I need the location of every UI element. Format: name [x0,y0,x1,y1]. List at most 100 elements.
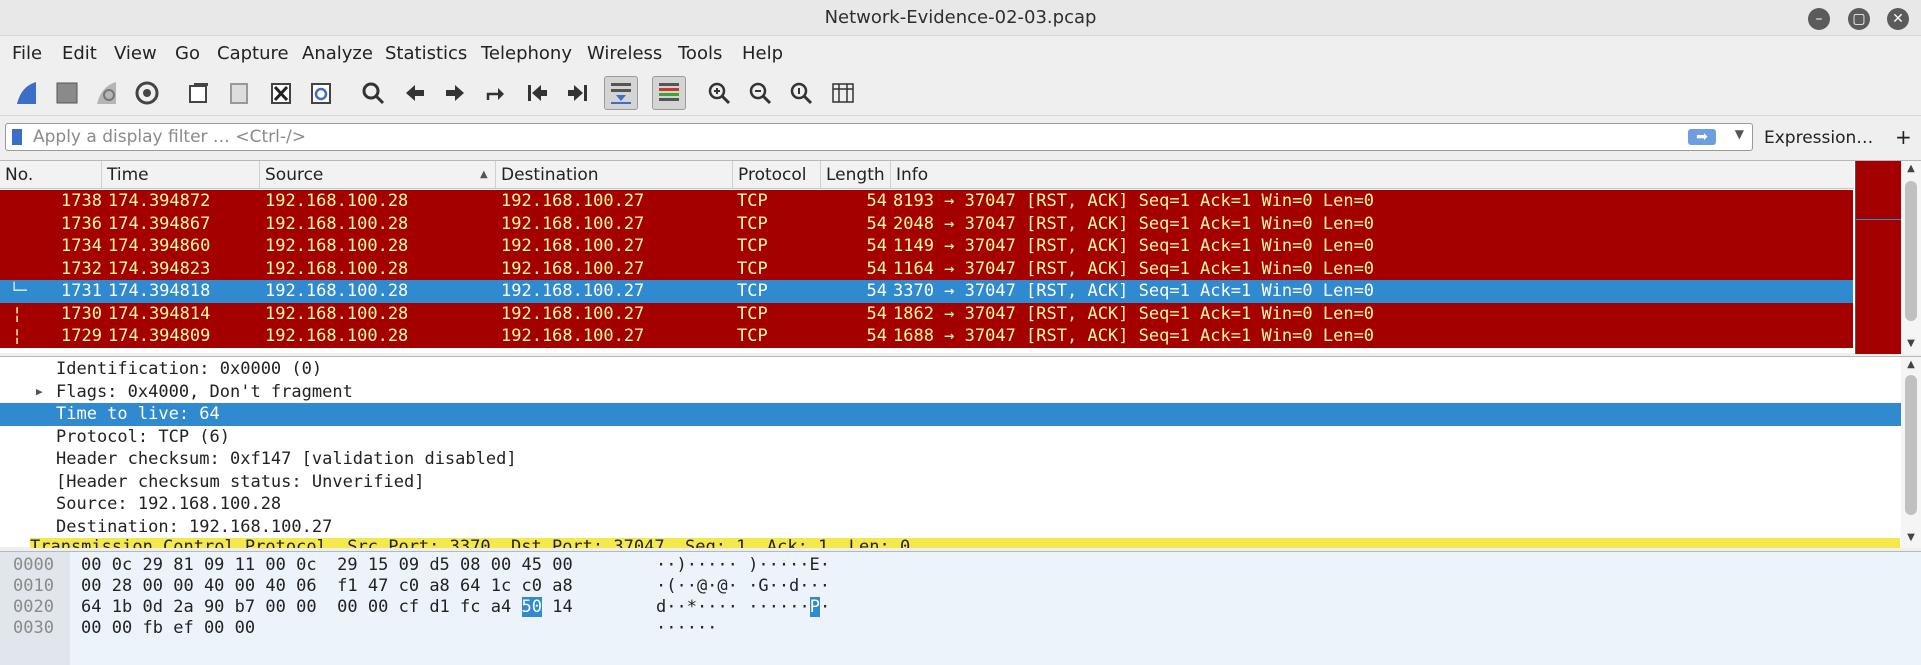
hex-byte[interactable]: 00 [265,597,285,617]
hex-byte[interactable]: 29 [337,555,357,575]
detail-tree-item[interactable]: Time to live: 64 [0,403,1901,426]
packet-row[interactable]: 1729 174.394809 192.168.100.28 192.168.100.… [0,325,1853,348]
hex-byte[interactable]: 00 [368,597,388,617]
go-forward-icon[interactable] [438,76,472,110]
packet-list-scrollbar[interactable]: ▲ ▼ [1901,161,1921,354]
packet-row[interactable]: 1734 174.394860 192.168.100.28 192.168.100.… [0,235,1853,258]
byte-ascii[interactable]: ··)····· )·····E· [656,555,830,576]
hex-byte[interactable]: 08 [460,555,480,575]
display-filter-input[interactable]: Apply a display filter … <Ctrl-/> ➡ ▼ [5,123,1753,151]
hex-byte[interactable]: 00 [173,576,193,596]
hex-byte[interactable]: f1 [337,576,357,596]
hex-byte[interactable]: fc [460,597,480,617]
hex-byte[interactable]: 06 [296,576,316,596]
hex-byte[interactable]: 00 [81,555,101,575]
apply-filter-icon[interactable]: ➡ [1688,129,1716,145]
byte-hex[interactable]: 00 28 00 00 40 00 40 06 f1 47 c0 a8 64 1… [81,576,573,597]
hex-byte[interactable]: 29 [142,555,162,575]
hex-byte[interactable]: 28 [112,576,132,596]
restart-capture-icon[interactable] [90,76,124,110]
detail-tree-item[interactable]: Identification: 0x0000 (0) [0,358,1901,381]
menu-capture[interactable]: Capture [217,43,289,64]
hex-byte[interactable]: 0d [142,597,162,617]
hex-byte[interactable]: 00 [235,576,255,596]
detail-tree-item[interactable]: [Header checksum status: Unverified] [0,471,1901,494]
column-protocol[interactable]: Protocol [733,161,821,189]
hex-byte[interactable]: 64 [81,597,101,617]
detail-tree-item[interactable]: Header checksum: 0xf147 [validation disa… [0,448,1901,471]
hex-byte[interactable]: 00 [81,576,101,596]
reload-file-icon[interactable] [304,76,338,110]
tcp-tree-item[interactable]: Transmission Control Protocol, Src Port:… [30,538,1900,548]
resize-columns-icon[interactable] [826,76,860,110]
packet-minimap[interactable] [1855,161,1902,354]
hex-byte[interactable]: ef [173,618,193,638]
column-info[interactable]: Info [891,161,1854,189]
menu-statistics[interactable]: Statistics [385,43,467,64]
hex-byte[interactable]: 40 [204,576,224,596]
close-button[interactable]: ✕ [1887,8,1909,30]
column-time[interactable]: Time [102,161,260,189]
first-packet-icon[interactable] [520,76,554,110]
hex-byte[interactable]: 09 [204,555,224,575]
menu-go[interactable]: Go [175,43,200,64]
find-packet-icon[interactable] [356,76,390,110]
go-to-packet-icon[interactable] [478,76,512,110]
chevron-down-icon[interactable]: ▼ [1735,127,1744,141]
hex-byte[interactable]: d5 [429,555,449,575]
hex-byte[interactable]: 40 [265,576,285,596]
hex-byte[interactable]: 2a [173,597,193,617]
hex-byte[interactable]: a8 [429,576,449,596]
hex-byte[interactable]: a4 [491,597,511,617]
packet-row[interactable]: 1738 174.394872 192.168.100.28 192.168.100.… [0,190,1853,213]
column-source[interactable]: Source [260,161,496,189]
hex-byte[interactable]: 47 [368,576,388,596]
capture-options-icon[interactable] [130,76,164,110]
hex-byte[interactable]: 00 [491,555,511,575]
hex-byte[interactable]: 00 [112,618,132,638]
save-file-icon[interactable] [222,76,256,110]
hex-byte[interactable]: 50 [521,597,542,617]
hex-byte[interactable]: 00 [337,597,357,617]
detail-tree-item[interactable]: Destination: 192.168.100.27 [0,516,1901,539]
menu-tools[interactable]: Tools [678,43,722,64]
byte-hex[interactable]: 00 00 fb ef 00 00 [81,618,255,639]
zoom-in-icon[interactable] [702,76,736,110]
byte-ascii[interactable]: ·(··@·@· ·G··d··· [656,576,830,597]
menu-wireless[interactable]: Wireless [587,43,662,64]
hex-byte[interactable]: 00 [81,618,101,638]
hex-byte[interactable]: 64 [460,576,480,596]
hex-byte[interactable]: cf [399,597,419,617]
autoscroll-icon[interactable] [604,76,638,110]
packet-row[interactable]: 1732 174.394823 192.168.100.28 192.168.100.… [0,257,1853,280]
hex-byte[interactable]: 0c [296,555,316,575]
packet-row[interactable]: 1730 174.394814 192.168.100.28 192.168.100.… [0,302,1853,325]
open-file-icon[interactable] [182,76,216,110]
hex-byte[interactable]: fb [142,618,162,638]
hex-byte[interactable]: 15 [368,555,388,575]
hex-byte[interactable]: 1b [112,597,132,617]
scroll-thumb[interactable] [1905,181,1917,321]
hex-byte[interactable]: 0c [112,555,132,575]
stop-capture-icon[interactable] [50,76,84,110]
byte-hex[interactable]: 64 1b 0d 2a 90 b7 00 00 00 00 cf d1 fc a… [81,597,573,618]
hex-byte[interactable]: d1 [429,597,449,617]
hex-byte[interactable]: 09 [399,555,419,575]
menu-view[interactable]: View [114,43,157,64]
menu-file[interactable]: File [12,43,42,64]
hex-byte[interactable]: 1c [491,576,511,596]
hex-byte[interactable]: 90 [204,597,224,617]
hex-byte[interactable]: 14 [552,597,572,617]
packet-row[interactable]: 1736 174.394867 192.168.100.28 192.168.100.… [0,212,1853,235]
byte-hex[interactable]: 00 0c 29 81 09 11 00 0c 29 15 09 d5 08 0… [81,555,573,576]
hex-byte[interactable]: 00 [204,618,224,638]
byte-ascii[interactable]: ······ [656,618,717,639]
column-destination[interactable]: Destination [496,161,733,189]
scroll-thumb[interactable] [1905,375,1917,515]
add-filter-button[interactable]: + [1895,125,1912,149]
hex-byte[interactable]: 00 [296,597,316,617]
menu-analyze[interactable]: Analyze [302,43,373,64]
expand-arrow-icon[interactable]: ▶ [36,381,43,404]
scroll-up-icon[interactable]: ▲ [1901,359,1921,370]
hex-byte[interactable]: 00 [552,555,572,575]
